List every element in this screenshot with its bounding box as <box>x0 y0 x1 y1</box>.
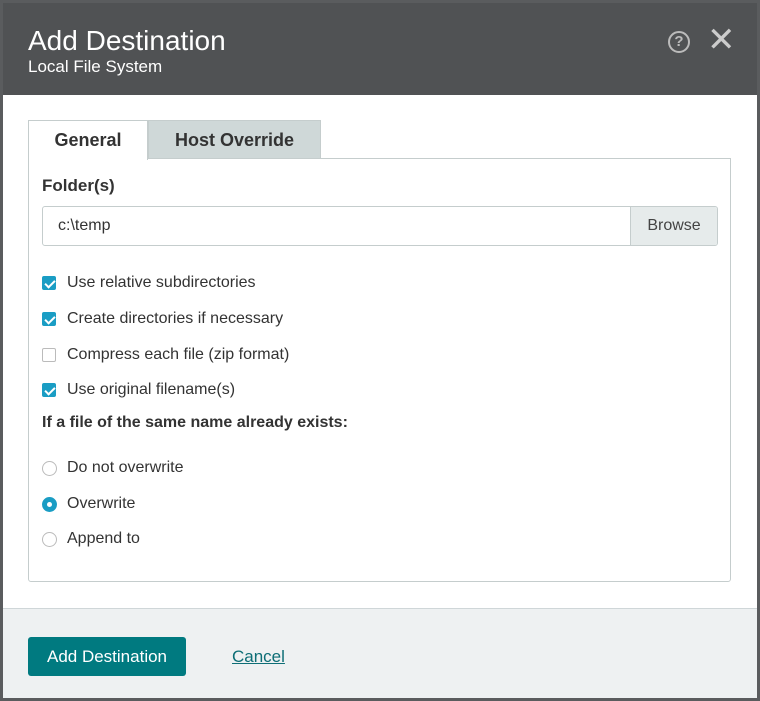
radio-append-to[interactable]: Append to <box>42 529 140 549</box>
radio[interactable] <box>42 531 57 547</box>
tab-general[interactable]: General <box>28 120 148 160</box>
radio-overwrite[interactable]: Overwrite <box>42 494 135 514</box>
checkbox[interactable] <box>42 348 56 362</box>
browse-button[interactable]: Browse <box>630 207 717 245</box>
radio[interactable] <box>42 496 57 512</box>
cancel-link[interactable]: Cancel <box>232 647 285 667</box>
radio-label: Do not overwrite <box>67 459 184 476</box>
radio-label: Append to <box>67 530 140 547</box>
option-label: Use relative subdirectories <box>67 274 256 291</box>
add-destination-dialog: Add Destination Local File System ? ✕ Ge… <box>3 3 757 698</box>
folder-label: Folder(s) <box>42 176 115 195</box>
dialog-title: Add Destination <box>28 25 226 56</box>
dialog-footer: Add Destination Cancel <box>3 608 757 698</box>
radio-label: Overwrite <box>67 495 136 512</box>
dialog-subtitle: Local File System <box>28 57 163 76</box>
add-destination-button[interactable]: Add Destination <box>28 637 186 676</box>
checkbox[interactable] <box>42 276 56 290</box>
option-label: Create directories if necessary <box>67 310 284 327</box>
folder-value[interactable]: c:\temp <box>58 217 110 235</box>
option-create-dirs[interactable]: Create directories if necessary <box>42 309 283 329</box>
folder-input[interactable]: c:\temp Browse <box>42 206 718 246</box>
radio[interactable] <box>42 460 57 476</box>
checkbox[interactable] <box>42 312 56 326</box>
option-label: Compress each file (zip format) <box>67 346 290 363</box>
help-icon[interactable]: ? <box>668 31 690 53</box>
checkbox[interactable] <box>42 383 56 397</box>
option-label: Use original filename(s) <box>67 381 236 398</box>
option-original-filename[interactable]: Use original filename(s) <box>42 380 235 400</box>
tab-host-override[interactable]: Host Override <box>148 120 321 159</box>
dialog-header: Add Destination Local File System ? ✕ <box>3 3 757 95</box>
general-panel: Folder(s) c:\temp Browse Use relative su… <box>28 158 731 582</box>
close-icon[interactable]: ✕ <box>707 23 736 57</box>
option-compress[interactable]: Compress each file (zip format) <box>42 345 289 365</box>
option-relative-subdirs[interactable]: Use relative subdirectories <box>42 273 256 293</box>
radio-do-not-overwrite[interactable]: Do not overwrite <box>42 458 184 478</box>
exists-label: If a file of the same name already exist… <box>42 414 348 431</box>
